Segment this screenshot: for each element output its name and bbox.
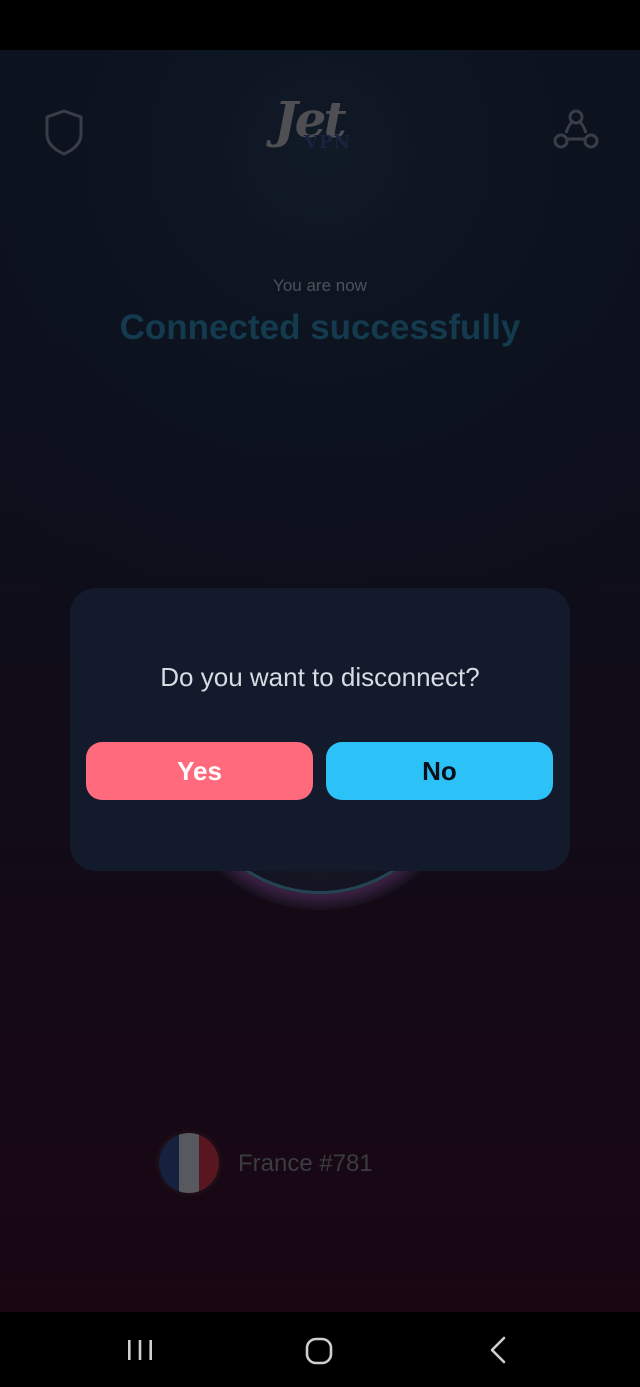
back-icon[interactable] (484, 1334, 512, 1366)
no-button[interactable]: No (326, 742, 553, 800)
dialog-message: Do you want to disconnect? (160, 662, 480, 692)
system-nav-bar (0, 1312, 640, 1387)
status-bar (0, 0, 640, 50)
home-icon[interactable] (302, 1334, 336, 1368)
yes-button[interactable]: Yes (86, 742, 313, 800)
recent-apps-icon[interactable] (124, 1334, 156, 1366)
disconnect-dialog: Do you want to disconnect? Yes No (70, 588, 570, 871)
app-screen: Jet VPN You are now Connected successful… (0, 50, 640, 1312)
